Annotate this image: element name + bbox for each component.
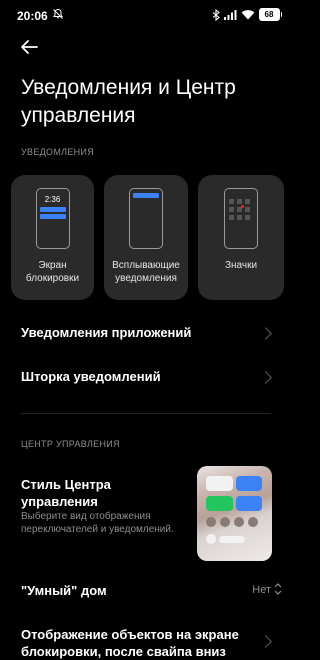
phone-illustration: 2:36 (35, 188, 70, 249)
chevron-right-icon (259, 327, 272, 340)
card-label: Значки (224, 260, 258, 271)
card-label: Экран блокировки (25, 260, 80, 284)
preview-toggle (206, 534, 216, 544)
app-icons-grid (229, 199, 250, 220)
status-icons: 68 (212, 8, 282, 21)
chevron-right-icon (259, 635, 272, 648)
preview-toggle (206, 517, 216, 527)
preview-tile (206, 496, 233, 511)
row-description: Выберите вид отображения переключателей … (21, 511, 174, 535)
chevron-right-icon (259, 371, 272, 384)
battery-cap (280, 12, 282, 17)
phone-illustration (224, 188, 258, 249)
row-notification-shade[interactable]: Шторка уведомлений (21, 369, 161, 384)
preview-slider (219, 536, 245, 543)
card-label: Всплывающие уведомления (112, 260, 180, 284)
bell-off-icon (53, 8, 63, 19)
card-floating-notifications[interactable]: Всплывающие уведомления (104, 175, 188, 300)
section-label-notifications: УВЕДОМЛЕНИЯ (21, 147, 94, 157)
bluetooth-icon (212, 8, 220, 21)
row-smart-home[interactable]: "Умный" дом (21, 583, 107, 598)
signal-icon (223, 10, 236, 20)
preview-time: 2:36 (44, 195, 61, 204)
smart-home-value: Нет (252, 584, 271, 596)
preview-toggle (248, 517, 258, 527)
updown-chevron-icon (274, 583, 282, 595)
battery-icon: 68 (258, 8, 280, 21)
preview-notification (39, 214, 66, 219)
preview-toggle (234, 517, 244, 527)
control-center-style-preview[interactable] (197, 466, 272, 561)
divider (21, 413, 271, 414)
row-control-center-style[interactable]: Стиль Центра управления (21, 476, 181, 510)
preview-tile (206, 476, 233, 491)
row-lockscreen-items[interactable]: Отображение объектов на экране блокировк… (21, 626, 251, 660)
page-title: Уведомления и Центр управления (21, 76, 236, 127)
preview-tile (236, 496, 262, 511)
preview-notification (39, 207, 66, 212)
preview-tile (236, 476, 262, 491)
preview-toggle (220, 517, 230, 527)
card-lock-screen[interactable]: 2:36 Экран блокировки (11, 175, 94, 300)
wifi-icon (241, 10, 254, 20)
card-badges[interactable]: Значки (198, 175, 284, 300)
phone-illustration (129, 188, 163, 249)
arrow-left-icon[interactable] (18, 36, 40, 58)
section-label-control-center: ЦЕНТР УПРАВЛЕНИЯ (21, 439, 120, 449)
preview-notification (133, 193, 159, 198)
status-time: 20:06 (17, 9, 48, 23)
row-app-notifications[interactable]: Уведомления приложений (21, 325, 191, 340)
